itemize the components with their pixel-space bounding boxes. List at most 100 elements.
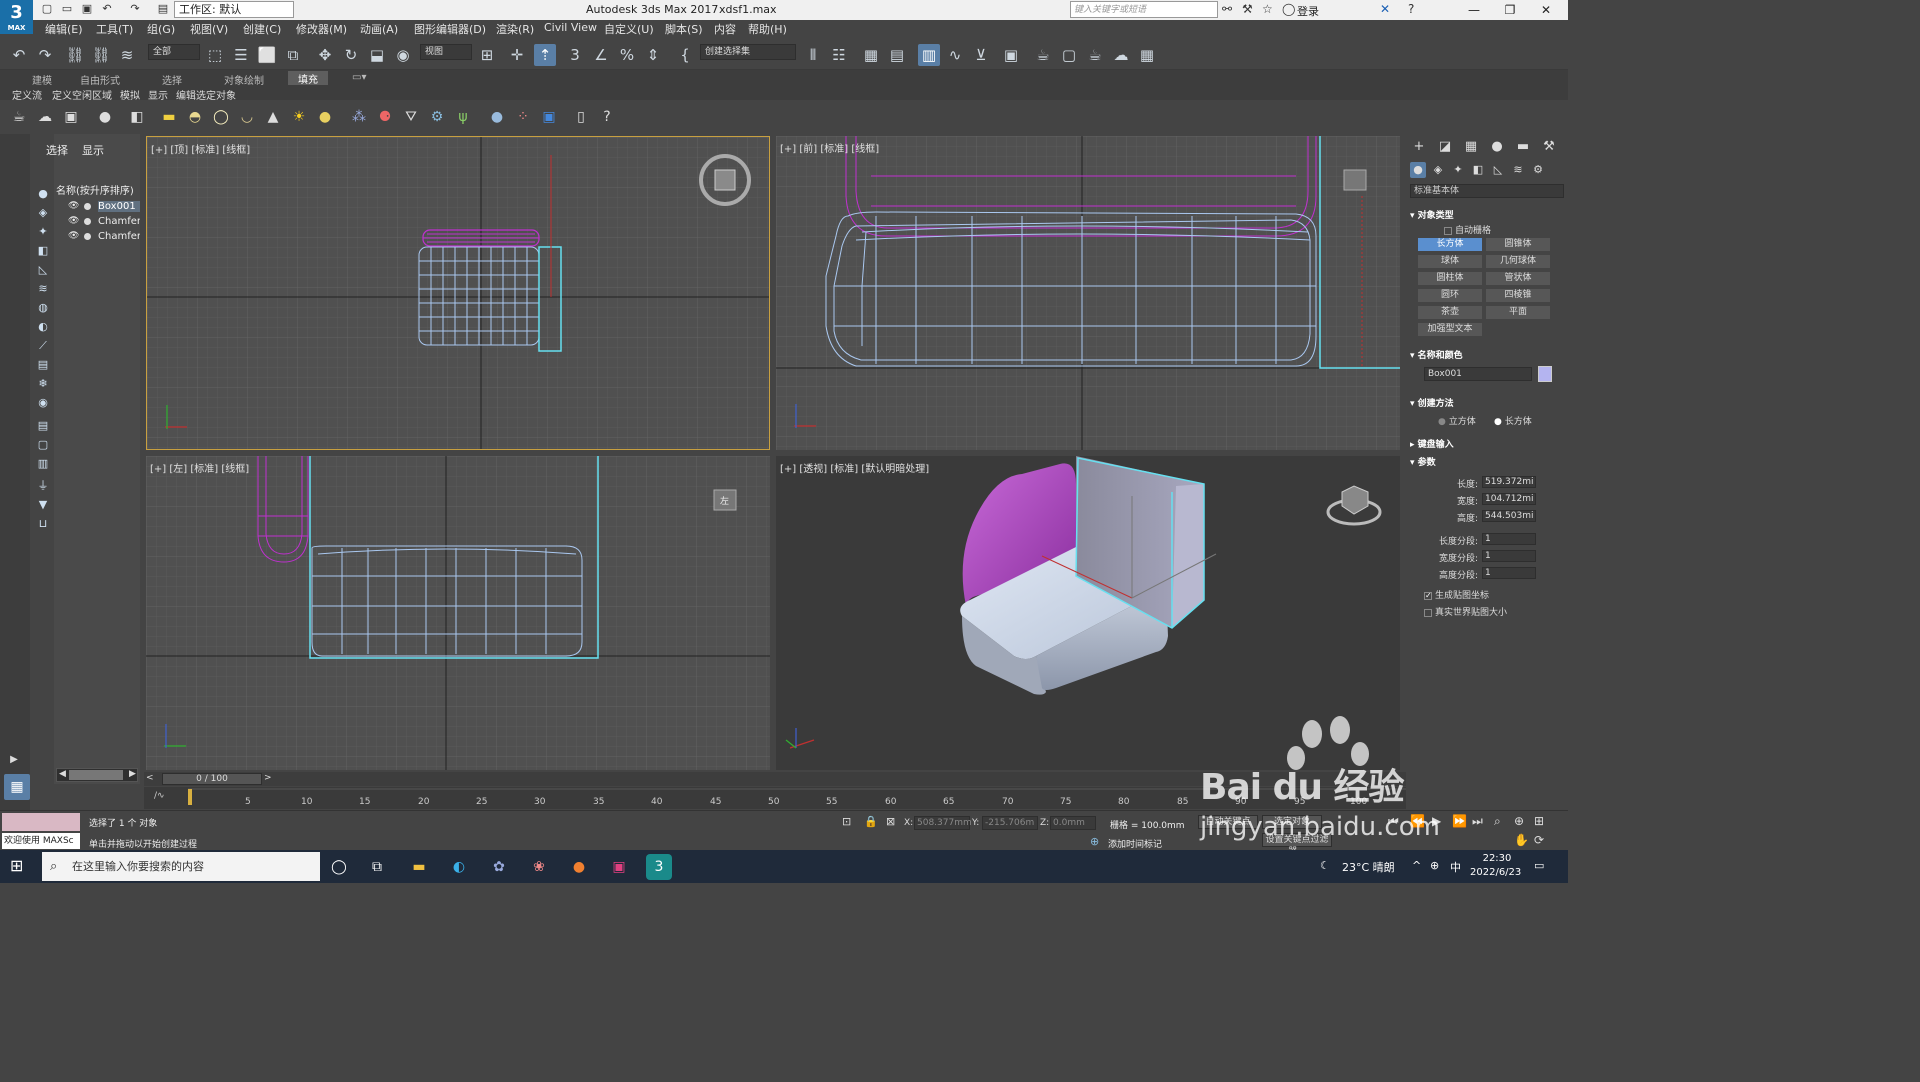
object-color-swatch[interactable] [1538, 366, 1552, 382]
a360-gallery-icon[interactable]: ▦ [1136, 44, 1158, 66]
display-none-icon[interactable]: ▢ [35, 437, 51, 453]
app-icon-pink[interactable]: ▣ [606, 854, 632, 880]
box-radio[interactable]: ● 长方体 [1494, 414, 1532, 427]
layer-explorer-icon[interactable]: ▦ [860, 44, 882, 66]
open-file-icon[interactable]: ▭ [60, 2, 74, 16]
cloth-icon[interactable]: ⛛ [402, 108, 420, 126]
plane-button[interactable]: 平面 [1486, 306, 1550, 319]
spacewarps-icon[interactable]: ≋ [1510, 162, 1526, 178]
spinner-snap-icon[interactable]: ⇕ [642, 44, 664, 66]
teapot-button[interactable]: 茶壶 [1418, 306, 1482, 319]
real-world-checkbox[interactable]: 真实世界贴图大小 [1424, 605, 1507, 618]
modify-tab-icon[interactable]: ◪ [1436, 138, 1454, 156]
curve-icon[interactable]: /∿ [154, 791, 165, 801]
menu-tools[interactable]: 工具(T) [96, 21, 133, 37]
select-object-icon[interactable]: ⬚ [204, 44, 226, 66]
device-icon[interactable]: ▯ [572, 108, 590, 126]
filter-bones-icon[interactable]: ⟋ [35, 338, 51, 354]
render-production-icon[interactable]: ☕ [1084, 44, 1106, 66]
length-segs-spinner[interactable]: 1 [1482, 533, 1536, 545]
cube-radio[interactable]: ● 立方体 [1438, 414, 1476, 427]
time-slider-handle[interactable]: 0 / 100 [162, 773, 262, 785]
light-bulb-icon[interactable]: ● [96, 108, 114, 126]
sphere-button[interactable]: 球体 [1418, 255, 1482, 268]
motion-tab-icon[interactable]: ● [1488, 138, 1506, 156]
menu-create[interactable]: 创建(C) [243, 21, 281, 37]
layer-icon[interactable]: ⊔ [35, 516, 51, 532]
zoom-extents-icon[interactable]: ⊞ [1534, 814, 1544, 828]
toggle-ribbon-icon[interactable]: ▤ [886, 44, 908, 66]
scene-explorer-icon[interactable]: ▥ [918, 44, 940, 66]
image-icon[interactable]: ▣ [62, 108, 80, 126]
manipulate-icon[interactable]: ✛ [506, 44, 528, 66]
menu-animation[interactable]: 动画(A) [360, 21, 398, 37]
menu-customize[interactable]: 自定义(U) [604, 21, 654, 37]
render-dot-icon[interactable] [84, 218, 91, 225]
menu-group[interactable]: 组(G) [147, 21, 175, 37]
cone-button[interactable]: 圆锥体 [1486, 238, 1550, 251]
workspace-select[interactable]: 工作区: 默认 [174, 1, 294, 18]
rollout-name-color[interactable]: 名称和颜色 [1410, 348, 1564, 361]
maxscript-mini-listener[interactable]: 欢迎使用 MAXSc [2, 833, 80, 849]
explorer-scrollbar[interactable]: ◀ ▶ [56, 768, 138, 782]
render-setup-icon[interactable]: ☕ [1032, 44, 1054, 66]
pyramid-button[interactable]: 四棱锥 [1486, 289, 1550, 302]
torus-button[interactable]: 圆环 [1418, 289, 1482, 302]
lock-icon[interactable]: 🔒 [864, 815, 878, 828]
sun-icon[interactable]: ☀ [290, 108, 308, 126]
3dsmax-taskbar-icon[interactable]: 3 [646, 854, 672, 880]
isolate-icon[interactable]: ⊡ [842, 815, 851, 828]
render-icon[interactable]: ▣ [540, 108, 558, 126]
width-segs-spinner[interactable]: 1 [1482, 550, 1536, 562]
login-link[interactable]: 登录 [1297, 3, 1319, 19]
exchange-icon[interactable]: ✕ [1380, 2, 1390, 16]
binoculars-icon[interactable]: ⚯ [1222, 2, 1232, 16]
gen-mapping-checkbox[interactable]: 生成贴图坐标 [1424, 588, 1489, 601]
ribbon-tab-modeling[interactable]: 建模 [32, 72, 52, 87]
app-icon-fish[interactable]: ❀ [526, 854, 552, 880]
viewport-label-persp[interactable]: [+] [透视] [标准] [默认明暗处理] [780, 460, 929, 475]
undo-icon[interactable]: ↶ [8, 44, 30, 66]
network-icon[interactable]: ⊕ [1430, 859, 1439, 872]
dynamics-icon[interactable]: ⚈ [376, 108, 394, 126]
utilities-tab-icon[interactable]: ⚒ [1540, 138, 1558, 156]
help-icon[interactable]: ? [1408, 2, 1414, 16]
select-link-icon[interactable]: ⛓ [64, 44, 86, 66]
task-view-icon[interactable]: ◯ [326, 854, 352, 880]
explorer-column-header[interactable]: 名称(按升序排序) [56, 182, 134, 197]
expand-arrow-icon[interactable]: ▶ [6, 754, 22, 770]
firefox-icon[interactable]: ● [566, 854, 592, 880]
rollout-creation-method[interactable]: 创建方法 [1410, 396, 1564, 409]
tube-button[interactable]: 管状体 [1486, 272, 1550, 285]
rollout-object-type[interactable]: 对象类型 [1410, 208, 1564, 221]
cameras-icon[interactable]: ◧ [1470, 162, 1486, 178]
plane-light-icon[interactable]: ▬ [160, 108, 178, 126]
display-all-icon[interactable]: ▤ [35, 418, 51, 434]
redo-quick-icon[interactable]: ↷ [128, 2, 142, 16]
taskbar-search-input[interactable]: ⌕ 在这里输入你要搜索的内容 [42, 852, 320, 881]
explorer-tab-select[interactable]: 选择 [46, 142, 68, 158]
align-icon[interactable]: ☷ [828, 44, 850, 66]
clock-date[interactable]: 2022/6/23 [1470, 867, 1521, 878]
file-explorer-icon[interactable]: ▬ [406, 854, 432, 880]
project-icon[interactable]: ▤ [156, 2, 170, 16]
height-spinner[interactable]: 544.503mi [1482, 510, 1536, 522]
scroll-thumb[interactable] [69, 770, 123, 780]
particles-icon[interactable]: ⁂ [350, 108, 368, 126]
cylinder-button[interactable]: 圆柱体 [1418, 272, 1482, 285]
box-button[interactable]: 长方体 [1418, 238, 1482, 251]
menu-scripting[interactable]: 脚本(S) [665, 21, 703, 37]
render-dot-icon[interactable] [84, 203, 91, 210]
z-coordinate[interactable]: 0.0mm [1050, 816, 1096, 830]
time-tag-icon[interactable]: ⊕ [1090, 835, 1099, 848]
scroll-left-icon[interactable]: ◀ [59, 769, 66, 779]
save-icon[interactable]: ▣ [80, 2, 94, 16]
sphere-light-icon[interactable]: ◯ [212, 108, 230, 126]
time-prev-icon[interactable]: < [146, 773, 154, 783]
keyboard-shortcut-icon[interactable]: ⇡ [534, 44, 556, 66]
scroll-right-icon[interactable]: ▶ [129, 769, 136, 779]
object-name-field[interactable]: Box001 [1424, 367, 1532, 381]
rendered-frame-icon[interactable]: ▢ [1058, 44, 1080, 66]
tray-expand-icon[interactable]: ^ [1412, 859, 1421, 872]
menu-edit[interactable]: 编辑(E) [45, 21, 83, 37]
